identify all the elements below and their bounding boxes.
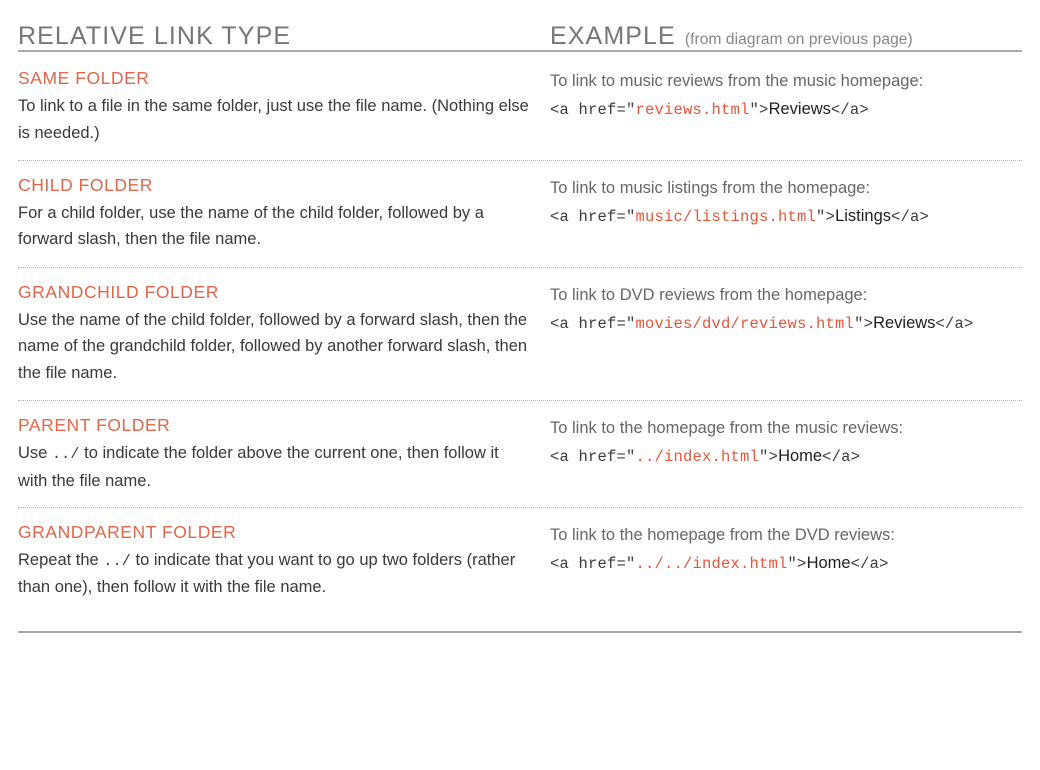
example-code: <a href="../../index.html">Home</a> xyxy=(550,550,1022,576)
example-code: <a href="reviews.html">Reviews</a> xyxy=(550,96,1022,122)
row-description-text-1: Repeat the xyxy=(18,551,104,570)
code-open-tag: <a href=" xyxy=(550,448,636,467)
reference-table-rows: SAME FOLDER To link to a file in the sam… xyxy=(18,52,1022,614)
column-header-example: EXAMPLE xyxy=(550,22,676,50)
row-definition-cell: GRANDCHILD FOLDER Use the name of the ch… xyxy=(18,282,550,388)
code-href-value: ../../index.html xyxy=(635,555,788,573)
example-code: <a href="music/listings.html">Listings</… xyxy=(550,203,1022,229)
column-header-relative-link-type: RELATIVE LINK TYPE xyxy=(18,22,292,50)
code-close-bracket: "> xyxy=(749,100,769,119)
table-row: GRANDPARENT FOLDER Repeat the ../ to ind… xyxy=(18,508,1022,614)
row-example-cell: To link to the homepage from the music r… xyxy=(550,415,1022,469)
row-description-code: ../ xyxy=(103,553,131,571)
header-column-left: RELATIVE LINK TYPE xyxy=(18,22,550,51)
table-row: GRANDCHILD FOLDER Use the name of the ch… xyxy=(18,268,1022,401)
code-close-bracket: "> xyxy=(816,207,836,226)
row-description-text-1: Use xyxy=(18,444,52,463)
table-header: RELATIVE LINK TYPE EXAMPLE (from diagram… xyxy=(18,0,1022,50)
code-href-value: ../index.html xyxy=(635,448,760,467)
code-link-text: Reviews xyxy=(873,313,936,332)
row-title: CHILD FOLDER xyxy=(18,174,153,195)
code-close-bracket: "> xyxy=(854,314,874,333)
example-code: <a href="movies/dvd/reviews.html">Review… xyxy=(550,310,1022,336)
row-example-cell: To link to music reviews from the music … xyxy=(550,68,1022,122)
row-description: For a child folder, use the name of the … xyxy=(18,200,530,254)
code-open-tag: <a href=" xyxy=(550,207,636,226)
row-description: To link to a file in the same folder, ju… xyxy=(18,93,530,147)
row-example-cell: To link to DVD reviews from the homepage… xyxy=(550,282,1022,336)
code-end-tag: </a> xyxy=(830,100,869,119)
row-definition-cell: PARENT FOLDER Use ../ to indicate the fo… xyxy=(18,415,550,494)
row-description: Use ../ to indicate the folder above the… xyxy=(18,440,530,494)
header-column-right: EXAMPLE (from diagram on previous page) xyxy=(550,22,1022,51)
example-caption: To link to the homepage from the music r… xyxy=(550,419,904,438)
row-title: PARENT FOLDER xyxy=(18,415,171,436)
row-description-code: ../ xyxy=(51,446,80,464)
code-open-tag: <a href=" xyxy=(550,100,636,119)
row-description-text-1: For a child folder, use the name of the … xyxy=(18,203,484,249)
example-caption: To link to DVD reviews from the homepage… xyxy=(550,285,868,304)
footer-divider-rule xyxy=(18,631,1022,634)
code-end-tag: </a> xyxy=(935,314,974,333)
code-href-value: movies/dvd/reviews.html xyxy=(635,314,855,333)
row-example-cell: To link to the homepage from the DVD rev… xyxy=(550,522,1022,576)
row-description: Use the name of the child folder, follow… xyxy=(18,307,530,388)
code-link-text: Home xyxy=(778,447,823,466)
code-close-bracket: "> xyxy=(759,448,779,467)
row-example-cell: To link to music listings from the homep… xyxy=(550,175,1022,229)
row-description: Repeat the ../ to indicate that you want… xyxy=(18,547,530,601)
table-row: CHILD FOLDER For a child folder, use the… xyxy=(18,161,1022,267)
code-link-text: Listings xyxy=(835,206,892,225)
row-title: GRANDPARENT FOLDER xyxy=(18,522,237,543)
example-code: <a href="../index.html">Home</a> xyxy=(550,443,1022,469)
code-end-tag: </a> xyxy=(822,448,861,467)
code-link-text: Home xyxy=(806,554,851,572)
example-caption: To link to the homepage from the DVD rev… xyxy=(550,526,895,545)
table-row: PARENT FOLDER Use ../ to indicate the fo… xyxy=(18,401,1022,507)
row-description-text-1: Use the name of the child folder, follow… xyxy=(18,310,528,383)
row-description-text-1: To link to a file in the same folder, ju… xyxy=(18,96,529,142)
row-title: GRANDCHILD FOLDER xyxy=(18,281,219,302)
code-end-tag: </a> xyxy=(850,555,889,573)
row-definition-cell: CHILD FOLDER For a child folder, use the… xyxy=(18,175,550,254)
example-caption: To link to music reviews from the music … xyxy=(550,72,924,90)
code-href-value: reviews.html xyxy=(635,100,750,119)
row-description-text-2: to indicate the folder above the current… xyxy=(18,444,499,490)
code-link-text: Reviews xyxy=(768,99,831,118)
row-definition-cell: SAME FOLDER To link to a file in the sam… xyxy=(18,68,550,147)
row-title: SAME FOLDER xyxy=(18,68,150,88)
table-row: SAME FOLDER To link to a file in the sam… xyxy=(18,52,1022,160)
column-header-example-note: (from diagram on previous page) xyxy=(684,31,913,48)
code-open-tag: <a href=" xyxy=(550,314,636,333)
example-caption: To link to music listings from the homep… xyxy=(550,178,871,197)
footer-rule-wrapper xyxy=(18,614,1022,634)
code-end-tag: </a> xyxy=(891,207,930,226)
row-definition-cell: GRANDPARENT FOLDER Repeat the ../ to ind… xyxy=(18,522,550,601)
relative-link-type-reference-page: RELATIVE LINK TYPE EXAMPLE (from diagram… xyxy=(0,0,1040,770)
code-close-bracket: "> xyxy=(787,555,807,573)
code-href-value: music/listings.html xyxy=(635,207,817,226)
code-open-tag: <a href=" xyxy=(550,555,636,573)
